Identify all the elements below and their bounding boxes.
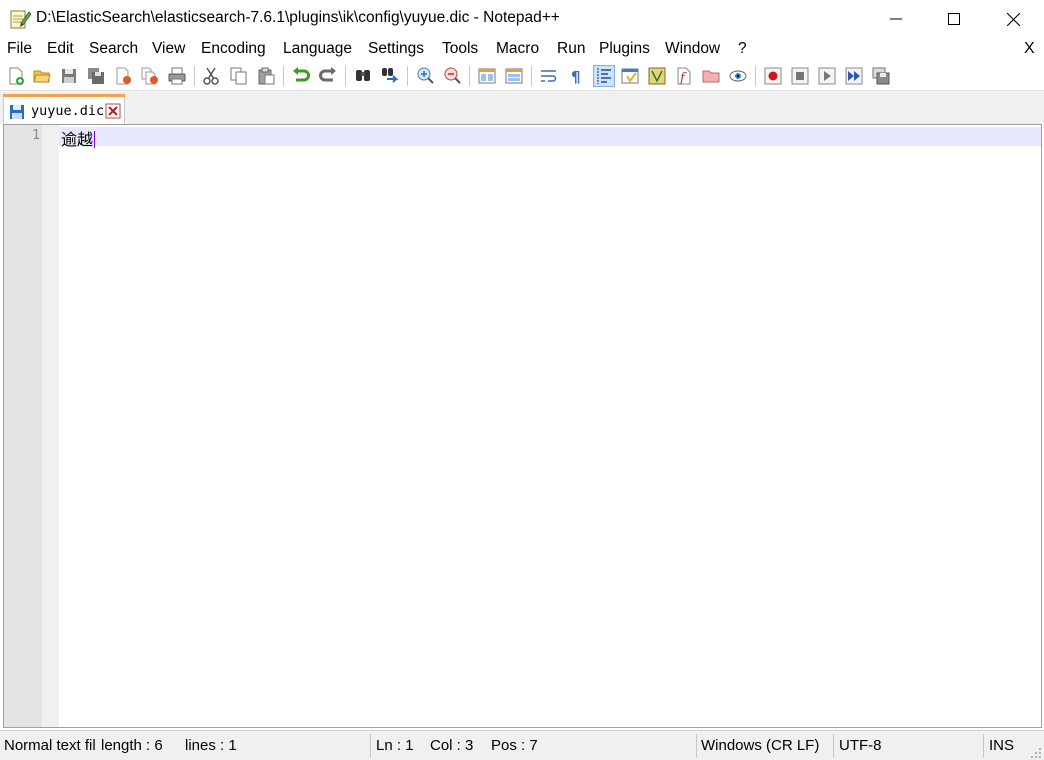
paste-icon[interactable] (255, 65, 277, 87)
window-title: D:\ElasticSearch\elasticsearch-7.6.1\plu… (36, 9, 560, 26)
toolbar-separator (345, 66, 346, 86)
status-lines: lines : 1 (185, 737, 237, 754)
undo-icon[interactable] (290, 65, 312, 87)
tab-active-indicator (3, 94, 125, 97)
word-wrap-icon[interactable] (538, 65, 560, 87)
status-divider (833, 734, 834, 758)
tab-yuyue-dic[interactable]: yuyue.dic (3, 94, 125, 124)
menu-language[interactable]: Language (283, 40, 352, 58)
replace-icon[interactable] (379, 65, 401, 87)
menu-macro[interactable]: Macro (496, 40, 539, 58)
minimize-button[interactable] (867, 0, 925, 38)
menu-window[interactable]: Window (665, 40, 720, 58)
run-macro-multiple-icon[interactable] (843, 65, 865, 87)
line-number: 1 (32, 128, 40, 143)
find-icon[interactable] (352, 65, 374, 87)
function-list-icon[interactable]: f (673, 65, 695, 87)
toolbar-separator (407, 66, 408, 86)
tab-label: yuyue.dic (31, 103, 105, 119)
menu-tools[interactable]: Tools (442, 40, 478, 58)
play-macro-icon[interactable] (816, 65, 838, 87)
menu-edit[interactable]: Edit (47, 40, 74, 58)
redo-icon[interactable] (317, 65, 339, 87)
record-macro-icon[interactable] (762, 65, 784, 87)
tab-bar: yuyue.dic (0, 91, 1044, 124)
indent-guide-icon[interactable] (593, 65, 615, 87)
close-icon[interactable] (112, 65, 134, 87)
toolbar: ¶ f (0, 62, 1044, 91)
close-document-button[interactable]: X (1024, 40, 1035, 58)
folder-workspace-icon[interactable] (700, 65, 722, 87)
status-divider (983, 734, 984, 758)
status-bar: Normal text file length : 6 lines : 1 Ln… (0, 730, 1044, 760)
sync-vertical-icon[interactable] (476, 65, 498, 87)
save-macro-icon[interactable] (870, 65, 892, 87)
toolbar-separator (755, 66, 756, 86)
editor[interactable]: 1 逾越 (3, 124, 1042, 728)
close-window-button[interactable] (984, 0, 1042, 38)
stop-record-icon[interactable] (789, 65, 811, 87)
zoom-out-icon[interactable] (441, 65, 463, 87)
toolbar-separator (531, 66, 532, 86)
close-all-icon[interactable] (139, 65, 161, 87)
status-line-number: Ln : 1 (376, 737, 414, 754)
save-icon[interactable] (58, 65, 80, 87)
print-icon[interactable] (166, 65, 188, 87)
document-map-icon[interactable] (646, 65, 668, 87)
status-divider (370, 734, 371, 758)
menu-bar: File Edit Search View Encoding Language … (0, 38, 1044, 62)
status-insert-mode[interactable]: INS (989, 731, 1025, 760)
svg-text:¶: ¶ (571, 68, 581, 85)
status-column: Col : 3 (430, 737, 474, 754)
save-all-icon[interactable] (85, 65, 107, 87)
notepad-app-icon (9, 8, 32, 30)
status-eol-format[interactable]: Windows (CR LF) (701, 731, 829, 760)
close-icon (1006, 12, 1020, 26)
minimize-icon (890, 18, 902, 20)
status-length: length : 6 (101, 737, 163, 754)
toolbar-separator (194, 66, 195, 86)
new-file-icon[interactable] (5, 65, 27, 87)
editor-line-1[interactable]: 逾越 (61, 126, 96, 150)
show-all-chars-icon[interactable]: ¶ (565, 65, 587, 87)
current-line-highlight (59, 127, 1041, 146)
monitoring-icon[interactable] (727, 65, 749, 87)
menu-search[interactable]: Search (89, 40, 138, 58)
maximize-icon (948, 13, 960, 25)
open-file-icon[interactable] (31, 65, 53, 87)
status-encoding[interactable]: UTF-8 (839, 731, 899, 760)
zoom-in-icon[interactable] (414, 65, 436, 87)
text-caret (94, 131, 96, 148)
toolbar-separator (283, 66, 284, 86)
status-position: Pos : 7 (491, 737, 538, 754)
saved-file-icon (9, 104, 25, 120)
line-text: 逾越 (61, 130, 94, 149)
copy-icon[interactable] (228, 65, 250, 87)
resize-grip-icon[interactable] (1030, 746, 1042, 758)
sync-horizontal-icon[interactable] (503, 65, 525, 87)
menu-file[interactable]: File (7, 40, 32, 58)
toolbar-separator (469, 66, 470, 86)
status-divider (696, 734, 697, 758)
menu-view[interactable]: View (152, 40, 185, 58)
menu-settings[interactable]: Settings (368, 40, 424, 58)
maximize-button[interactable] (925, 0, 983, 38)
tab-close-icon[interactable] (105, 103, 121, 119)
title-bar: D:\ElasticSearch\elasticsearch-7.6.1\plu… (0, 0, 1044, 38)
menu-help[interactable]: ? (738, 40, 747, 58)
fold-margin[interactable] (42, 125, 59, 727)
menu-run[interactable]: Run (557, 40, 585, 58)
menu-plugins[interactable]: Plugins (599, 40, 650, 58)
user-language-icon[interactable] (619, 65, 641, 87)
cut-icon[interactable] (200, 65, 222, 87)
status-language: Normal text file (4, 737, 96, 754)
menu-encoding[interactable]: Encoding (201, 40, 266, 58)
